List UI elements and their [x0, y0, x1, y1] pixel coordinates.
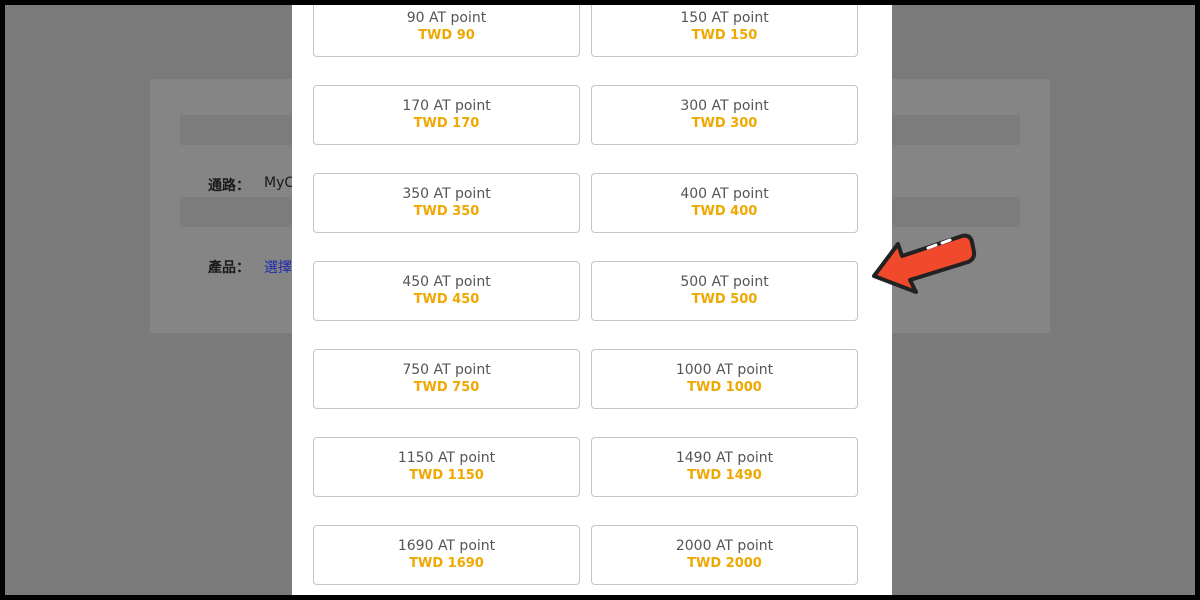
option-points: 1690 AT point	[397, 538, 496, 554]
point-option-highlighted[interactable]: 500 AT point TWD 500	[591, 261, 858, 321]
option-price: TWD 1490	[687, 468, 762, 483]
point-option[interactable]: 1000 AT point TWD 1000	[591, 349, 858, 409]
point-option[interactable]: 1150 AT point TWD 1150	[313, 437, 580, 497]
option-price: TWD 150	[691, 28, 758, 43]
point-option[interactable]: 350 AT point TWD 350	[313, 173, 580, 233]
point-option[interactable]: 750 AT point TWD 750	[313, 349, 580, 409]
option-points: 750 AT point	[402, 362, 491, 378]
option-price: TWD 2000	[687, 556, 762, 571]
option-price: TWD 300	[691, 116, 758, 131]
product-select-link[interactable]: 選擇	[264, 257, 292, 277]
option-points: 400 AT point	[680, 186, 769, 202]
point-option[interactable]: 300 AT point TWD 300	[591, 85, 858, 145]
option-points: 1150 AT point	[397, 450, 496, 466]
option-points: 300 AT point	[680, 98, 769, 114]
option-price: TWD 400	[691, 204, 758, 219]
point-option[interactable]: 90 AT point TWD 90	[313, 5, 580, 57]
option-price: TWD 750	[413, 380, 480, 395]
option-price: TWD 90	[418, 28, 475, 43]
option-points: 1490 AT point	[675, 450, 774, 466]
option-points: 350 AT point	[402, 186, 491, 202]
option-price: TWD 1150	[409, 468, 484, 483]
option-price: TWD 350	[413, 204, 480, 219]
option-price: TWD 1690	[409, 556, 484, 571]
point-option[interactable]: 170 AT point TWD 170	[313, 85, 580, 145]
channel-label: 通路：	[208, 178, 250, 194]
option-price: TWD 500	[691, 292, 758, 307]
point-option[interactable]: 1690 AT point TWD 1690	[313, 525, 580, 585]
option-points: 2000 AT point	[675, 538, 774, 554]
option-points: 90 AT point	[406, 10, 487, 26]
point-option[interactable]: 450 AT point TWD 450	[313, 261, 580, 321]
point-option[interactable]: 2000 AT point TWD 2000	[591, 525, 858, 585]
option-points: 170 AT point	[402, 98, 491, 114]
option-points: 450 AT point	[402, 274, 491, 290]
option-points: 500 AT point	[680, 274, 769, 290]
point-options-grid: 90 AT point TWD 90 150 AT point TWD 150 17…	[313, 5, 858, 585]
point-selection-modal: 90 AT point TWD 90 150 AT point TWD 150 17…	[292, 5, 892, 595]
point-option[interactable]: 400 AT point TWD 400	[591, 173, 858, 233]
point-option[interactable]: 150 AT point TWD 150	[591, 5, 858, 57]
option-price: TWD 170	[413, 116, 480, 131]
option-price: TWD 1000	[687, 380, 762, 395]
product-label: 產品：	[208, 260, 250, 276]
channel-value: MyC	[264, 175, 295, 191]
option-points: 1000 AT point	[675, 362, 774, 378]
option-points: 150 AT point	[680, 10, 769, 26]
point-option[interactable]: 1490 AT point TWD 1490	[591, 437, 858, 497]
option-price: TWD 450	[413, 292, 480, 307]
pointer-arrow-icon	[872, 233, 977, 294]
